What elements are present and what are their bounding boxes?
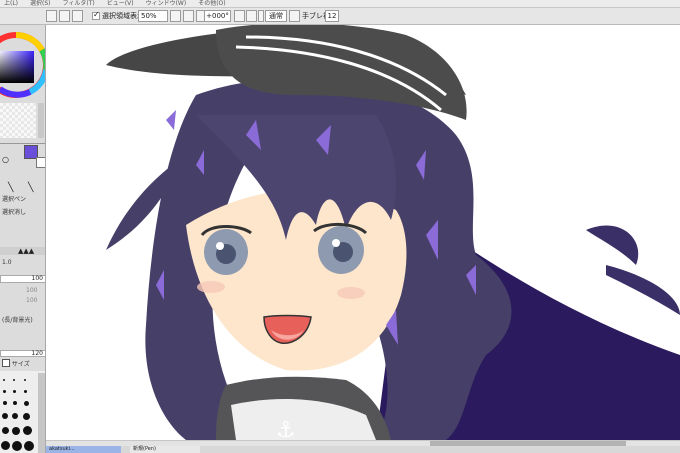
triangle-icon[interactable]: ▲▲▲	[18, 247, 34, 255]
pen-icon[interactable]: ╲	[8, 183, 13, 193]
size-row: サイズ	[2, 359, 30, 368]
rotate-right-button[interactable]	[246, 10, 257, 22]
deselect-button[interactable]	[59, 10, 70, 22]
rotate-reset-button[interactable]	[258, 10, 264, 22]
tool-panel: ○ 選択ペン 選択消し ╲ ╲ ▲▲▲ 1.0 100 100 100 (長/背…	[0, 25, 46, 453]
menu-item-other[interactable]: その他(O)	[198, 0, 225, 7]
select-all-button[interactable]	[46, 10, 57, 22]
menu-item-window[interactable]: ウィンドウ(W)	[146, 0, 187, 7]
stabilizer-select[interactable]: 12	[325, 10, 339, 22]
menu-item-filter[interactable]: フィルタ(T)	[63, 0, 95, 7]
rotation-field[interactable]: +000°	[204, 10, 231, 22]
size-max-field[interactable]: 120	[0, 350, 45, 357]
illustration: ⚓	[106, 25, 680, 440]
blend-mode-select[interactable]: 通常	[265, 10, 287, 22]
size-checkbox[interactable]	[2, 359, 10, 367]
zoom-in-button[interactable]	[183, 10, 194, 22]
document-tabs: akatsuki... 新規(Pen)	[46, 446, 680, 453]
mixer-scrollbar[interactable]	[38, 103, 44, 138]
menu-item-view[interactable]: ビュー(V)	[107, 0, 134, 7]
value-row: 1.0	[2, 259, 12, 266]
hair-curl	[586, 225, 639, 265]
face	[186, 189, 407, 371]
menu-bar: 上(L) 選択(S) フィルタ(T) ビュー(V) ウィンドウ(W) その他(O…	[0, 0, 680, 8]
size-label: サイズ	[11, 361, 30, 368]
menu-item-select[interactable]: 選択(S)	[30, 0, 51, 7]
param-row-b[interactable]: 100	[2, 297, 37, 304]
invert-selection-button[interactable]	[72, 10, 83, 22]
circle-icon[interactable]: ○	[2, 155, 9, 164]
svg-text:⚓: ⚓	[276, 418, 296, 440]
zoom-field[interactable]: 50%	[138, 10, 168, 22]
select-pen-tool[interactable]: 選択ペン	[2, 196, 26, 203]
zoom-out-button[interactable]	[170, 10, 181, 22]
tool-row-bottom: 選択消し	[2, 209, 26, 216]
brush-icon[interactable]: ╲	[28, 183, 33, 193]
tool-row-top: 選択ペン	[2, 196, 26, 203]
brush-scrollbar[interactable]	[38, 373, 45, 453]
flip-button[interactable]	[289, 10, 300, 22]
rotate-left-button[interactable]	[234, 10, 245, 22]
secondary-color-swatch[interactable]	[36, 157, 45, 168]
checkmark-icon: ✓	[93, 10, 100, 19]
doc-tab-2[interactable]: 新規(Pen)	[130, 446, 200, 453]
brush-header: (長/背景光)	[2, 317, 33, 324]
hair-strand	[606, 265, 680, 315]
color-mixer[interactable]	[0, 103, 36, 138]
doc-tab-1[interactable]: akatsuki...	[46, 446, 121, 453]
show-selection-checkbox[interactable]: ✓	[92, 10, 100, 20]
color-wheel[interactable]	[0, 25, 46, 100]
toolbar: ✓ 選択領域表示 50% +000° 通常 手ブレ補正 12	[0, 8, 680, 25]
drawing-canvas[interactable]: ⚓	[46, 25, 680, 440]
divider	[0, 143, 45, 144]
param-row-a[interactable]: 100	[2, 287, 37, 294]
brush-shape-row: ▲▲▲	[0, 247, 45, 255]
menu-item-layer[interactable]: 上(L)	[4, 0, 18, 7]
opacity-slider[interactable]: 100	[0, 275, 45, 283]
select-eraser-tool[interactable]: 選択消し	[2, 209, 26, 216]
